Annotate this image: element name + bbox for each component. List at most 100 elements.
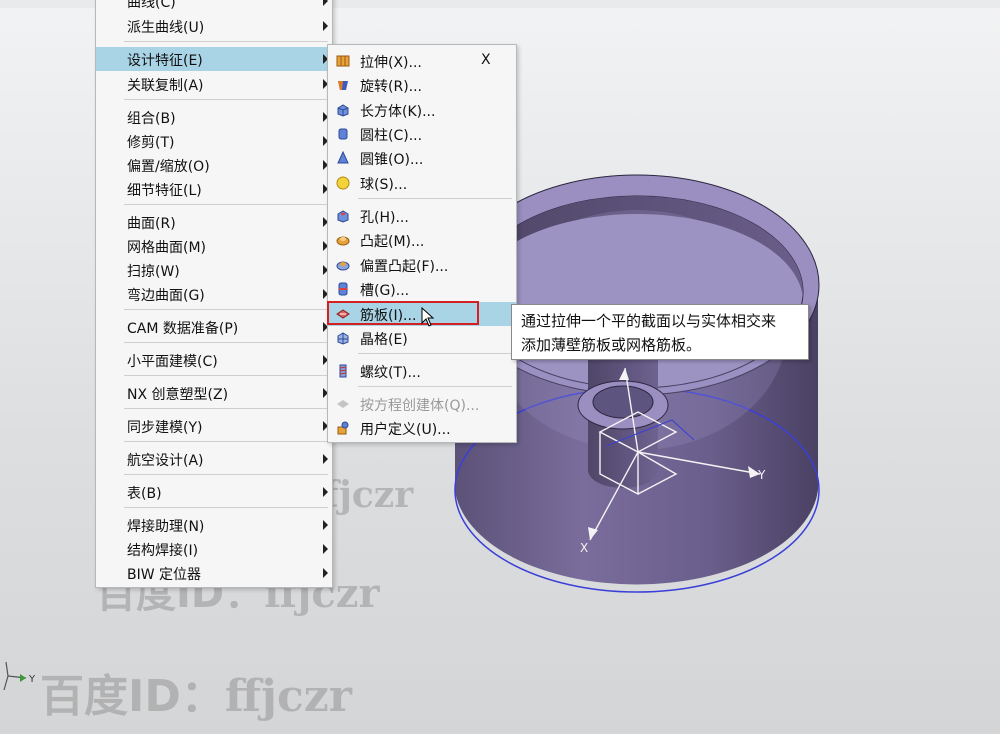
mouse-cursor-icon	[421, 307, 435, 327]
submenu-item-body-from-equation: 按方程创建体(Q)...	[328, 392, 516, 416]
menu-item-aerospace-design[interactable]: 航空设计(A)	[96, 447, 332, 471]
design-feature-submenu: 拉伸(X)... X 旋转(R)... 长方体(K)... 圆柱(C)... 圆…	[327, 44, 517, 443]
menu-item-surface[interactable]: 曲面(R)	[96, 210, 332, 234]
menu-item-label: 组合(B)	[127, 111, 176, 127]
menu-item-trim[interactable]: 修剪(T)	[96, 129, 332, 153]
submenu-item-thread[interactable]: 螺纹(T)...	[328, 359, 516, 383]
menu-item-sweep[interactable]: 扫掠(W)	[96, 258, 332, 282]
menu-item-label: 航空设计(A)	[127, 453, 204, 469]
menu-separator	[358, 353, 512, 354]
submenu-item-label: 按方程创建体(Q)...	[360, 398, 480, 414]
submenu-item-cone[interactable]: 圆锥(O)...	[328, 146, 516, 170]
menu-separator	[358, 198, 512, 199]
menu-item-label: 网格曲面(M)	[127, 240, 207, 256]
submenu-item-revolve[interactable]: 旋转(R)...	[328, 73, 516, 97]
submenu-item-extrude[interactable]: 拉伸(X)... X	[328, 49, 516, 73]
triad-y-label: Y	[28, 674, 36, 685]
submenu-item-label: 槽(G)...	[360, 283, 410, 299]
menu-item-associative-copy[interactable]: 关联复制(A)	[96, 72, 332, 96]
menu-separator	[358, 386, 512, 387]
menu-item-weld-assistant[interactable]: 焊接助理(N)	[96, 513, 332, 537]
menu-item-label: 曲线(C)	[127, 0, 176, 11]
user-defined-icon	[337, 421, 349, 435]
menu-item-label: 派生曲线(U)	[127, 20, 205, 36]
submenu-item-label: 偏置凸起(F)...	[360, 259, 449, 275]
submenu-arrow-icon	[323, 568, 328, 578]
rib-tooltip: 通过拉伸一个平的截面以与实体相交来 添加薄壁筋板或网格筋板。	[511, 304, 809, 360]
menu-item-mesh-surface[interactable]: 网格曲面(M)	[96, 234, 332, 258]
menu-item-nx-realize-shape[interactable]: NX 创意塑型(Z)	[96, 381, 332, 405]
menu-item-design-feature[interactable]: 设计特征(E)	[96, 47, 332, 71]
submenu-item-label: 凸起(M)...	[360, 234, 425, 250]
menu-item-label: CAM 数据准备(P)	[127, 321, 239, 337]
submenu-item-label: 长方体(K)...	[360, 104, 436, 120]
menu-item-label: 小平面建模(C)	[127, 354, 218, 370]
submenu-item-label: 用户定义(U)...	[360, 422, 451, 438]
revolve-icon	[338, 81, 348, 90]
submenu-item-label: 孔(H)...	[360, 210, 409, 226]
submenu-arrow-icon	[323, 544, 328, 554]
submenu-arrow-icon	[323, 454, 328, 464]
menu-item-flange-surface[interactable]: 弯边曲面(G)	[96, 282, 332, 306]
menu-item-label: BIW 定位器	[127, 567, 202, 583]
submenu-item-label: 螺纹(T)...	[360, 365, 421, 381]
menu-item-structure-weld[interactable]: 结构焊接(I)	[96, 537, 332, 561]
submenu-arrow-icon	[323, 487, 328, 497]
tooltip-line: 通过拉伸一个平的截面以与实体相交来	[521, 312, 777, 330]
extrude-icon	[336, 55, 350, 67]
highlight-annotation-box	[327, 301, 479, 325]
menu-separator	[124, 41, 328, 42]
emboss-icon	[336, 236, 350, 246]
menu-item-label: 关联复制(A)	[127, 78, 204, 94]
submenu-item-label: 晶格(E)	[360, 332, 408, 348]
menu-separator	[124, 204, 328, 205]
insert-menu: 曲线(C) 派生曲线(U) 设计特征(E) 关联复制(A) 组合(B) 修剪(T…	[95, 0, 333, 588]
submenu-item-hole[interactable]: 孔(H)...	[328, 204, 516, 228]
menu-separator	[124, 408, 328, 409]
submenu-item-emboss[interactable]: 凸起(M)...	[328, 228, 516, 252]
triad-y-arrow	[20, 674, 26, 682]
menu-separator	[124, 507, 328, 508]
menu-item-curve[interactable]: 曲线(C)	[96, 0, 332, 13]
menu-item-label: 同步建模(Y)	[127, 420, 203, 436]
axis-y-label: Y	[757, 468, 766, 482]
submenu-item-user-defined[interactable]: 用户定义(U)...	[328, 416, 516, 440]
submenu-item-offset-emboss[interactable]: 偏置凸起(F)...	[328, 253, 516, 277]
menu-item-derived-curve[interactable]: 派生曲线(U)	[96, 14, 332, 38]
menu-item-synchronous-modeling[interactable]: 同步建模(Y)	[96, 414, 332, 438]
submenu-item-block[interactable]: 长方体(K)...	[328, 98, 516, 122]
submenu-item-groove[interactable]: 槽(G)...	[328, 277, 516, 301]
menu-item-label: 偏置/缩放(O)	[127, 159, 210, 175]
groove-icon	[338, 282, 348, 296]
submenu-item-cylinder[interactable]: 圆柱(C)...	[328, 122, 516, 146]
menu-item-label: 扫掠(W)	[127, 264, 180, 280]
submenu-item-label: 圆锥(O)...	[360, 152, 424, 168]
menu-item-label: 表(B)	[127, 486, 162, 502]
submenu-item-label: 球(S)...	[360, 177, 408, 193]
menu-separator	[124, 474, 328, 475]
shortcut-key: X	[481, 52, 491, 68]
menu-item-facet-modeling[interactable]: 小平面建模(C)	[96, 348, 332, 372]
submenu-arrow-icon	[323, 21, 328, 31]
submenu-item-sphere[interactable]: 球(S)...	[328, 171, 516, 195]
menu-separator	[124, 99, 328, 100]
menu-item-cam-data-prep[interactable]: CAM 数据准备(P)	[96, 315, 332, 339]
menu-item-detail-feature[interactable]: 细节特征(L)	[96, 177, 332, 201]
submenu-arrow-icon	[323, 0, 328, 6]
menu-item-biw-locator[interactable]: BIW 定位器	[96, 561, 332, 585]
menu-item-label: 曲面(R)	[127, 216, 176, 232]
menu-item-table[interactable]: 表(B)	[96, 480, 332, 504]
submenu-item-lattice[interactable]: 晶格(E)	[328, 326, 516, 350]
menu-separator	[124, 342, 328, 343]
cylinder-icon	[338, 128, 348, 140]
block-icon	[337, 104, 349, 117]
menu-item-label: 细节特征(L)	[127, 183, 202, 199]
offset-emboss-icon	[336, 261, 350, 271]
menu-item-combine[interactable]: 组合(B)	[96, 105, 332, 129]
menu-item-label: 修剪(T)	[127, 135, 175, 151]
menu-separator	[124, 375, 328, 376]
menu-item-offset-scale[interactable]: 偏置/缩放(O)	[96, 153, 332, 177]
menu-item-label: 设计特征(E)	[127, 53, 203, 69]
submenu-item-label: 旋转(R)...	[360, 79, 423, 95]
submenu-item-label: 拉伸(X)...	[360, 55, 422, 71]
